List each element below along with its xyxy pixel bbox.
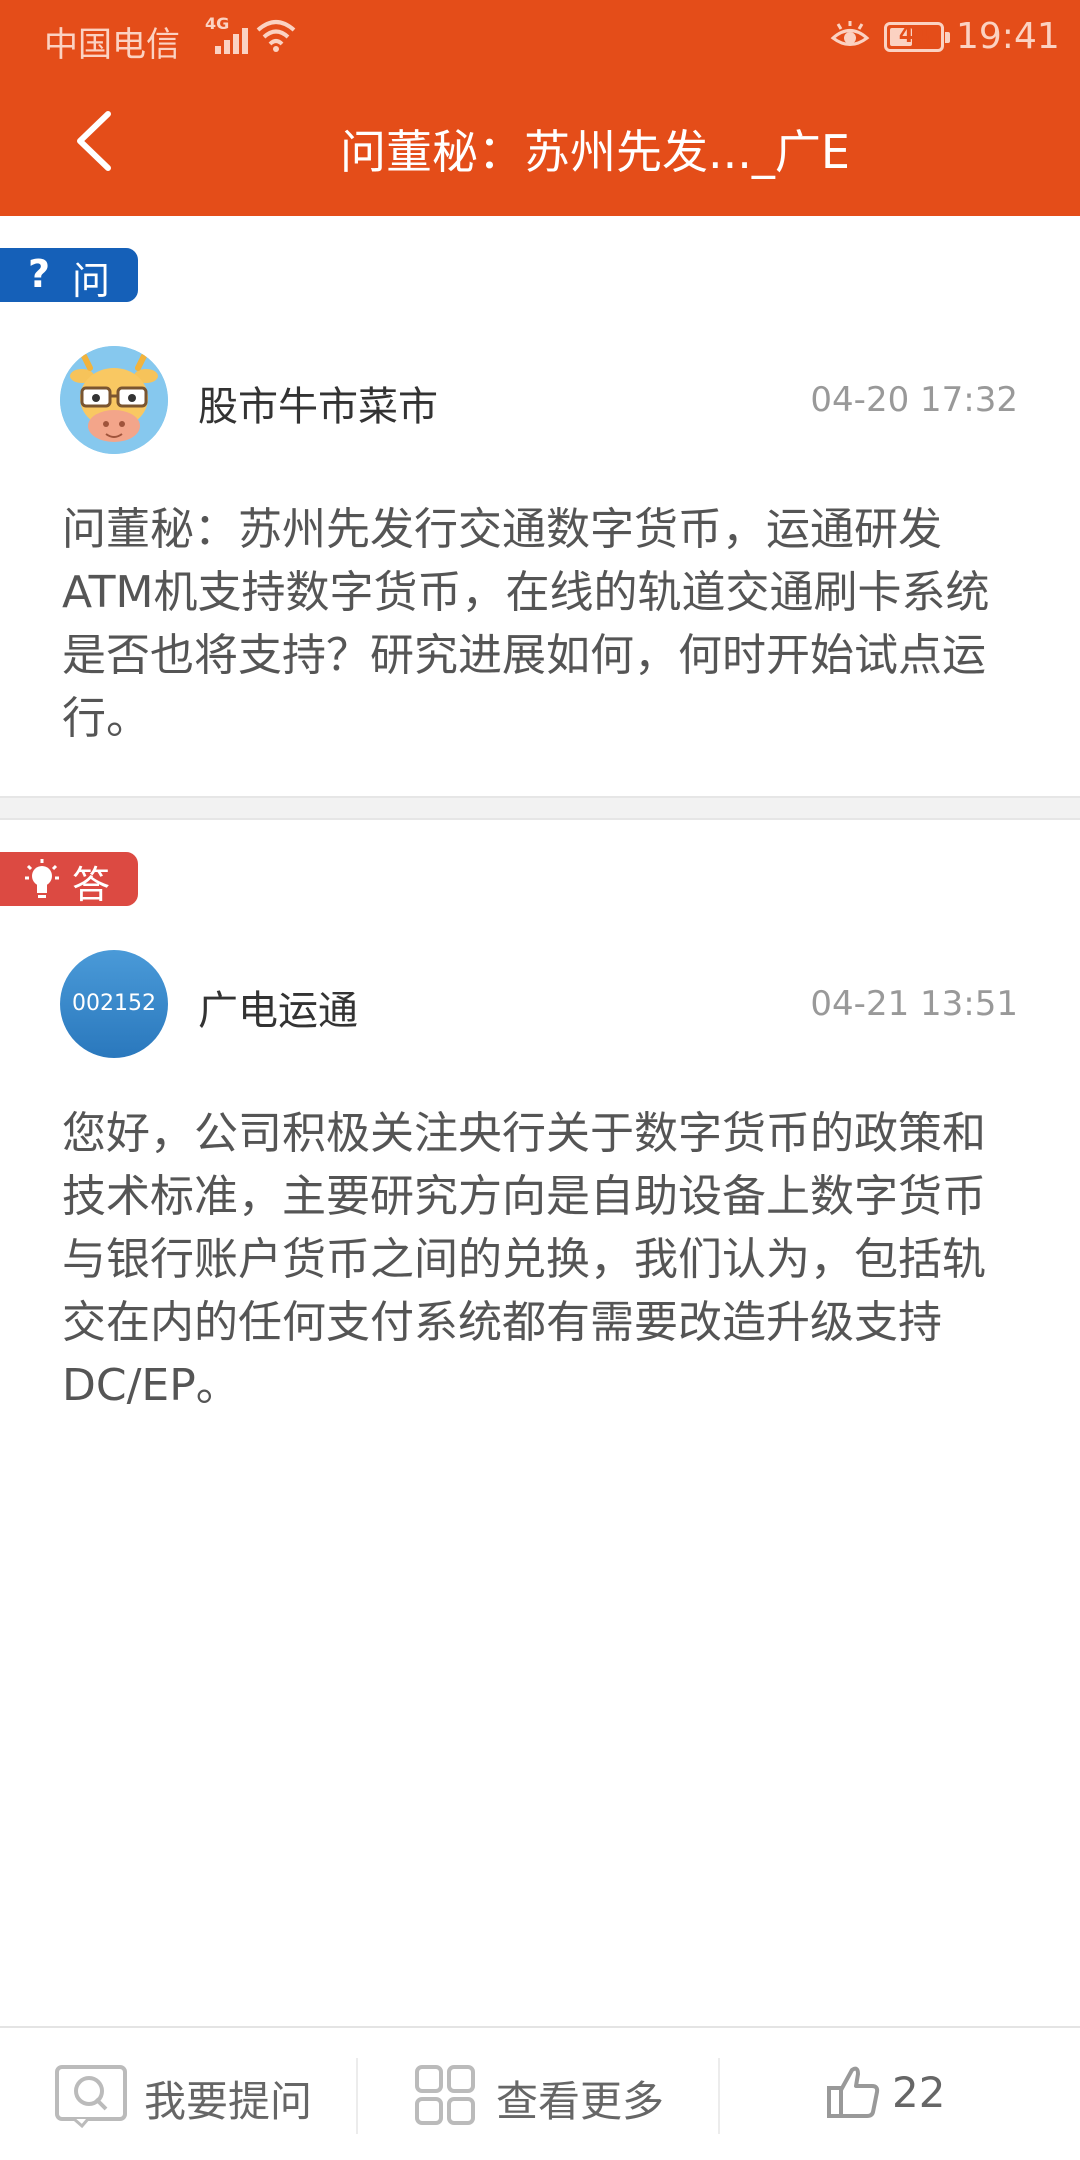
grid-icon xyxy=(415,2065,475,2125)
question-mark-icon: ? xyxy=(28,252,51,296)
asker-avatar[interactable] xyxy=(60,346,168,454)
ask-question-label: 我要提问 xyxy=(144,2077,313,2126)
question-text: 问董秘：苏州先发行交通数字货币，运通研发ATM机支持数字货币，在线的轨道交通刷卡… xyxy=(62,504,990,744)
thumbs-up-icon xyxy=(827,2066,880,2118)
like-button[interactable]: 22 xyxy=(720,2028,1080,2160)
ask-question-button[interactable]: 我要提问 xyxy=(0,2028,356,2160)
app-header: 中国电信 4G 44 19:41 问董秘：苏州先发..._广E xyxy=(0,0,1080,216)
status-time: 19:41 xyxy=(956,16,1060,57)
eye-comfort-icon xyxy=(830,21,870,46)
battery-icon: 44 xyxy=(884,22,950,52)
page-title: 问董秘：苏州先发..._广E xyxy=(340,125,850,179)
back-arrow-icon[interactable] xyxy=(62,106,132,176)
battery-level: 44 xyxy=(898,23,930,48)
answer-time: 04-21 13:51 xyxy=(810,984,1018,1024)
ask-icon xyxy=(55,2065,127,2128)
answer-tag-label: 答 xyxy=(72,863,111,907)
question-tag: ? 问 xyxy=(0,248,138,303)
company-avatar[interactable]: 002152 xyxy=(60,950,168,1058)
view-more-button[interactable]: 查看更多 xyxy=(358,2028,718,2160)
asker-name[interactable]: 股市牛市菜市 xyxy=(198,374,438,432)
carrier-name: 中国电信 xyxy=(44,25,180,65)
like-count: 22 xyxy=(892,2068,946,2117)
answer-tag: 答 xyxy=(0,852,138,907)
bottom-action-bar: 我要提问 查看更多 22 xyxy=(0,2026,1080,2160)
lightbulb-icon xyxy=(25,859,59,898)
view-more-label: 查看更多 xyxy=(496,2077,665,2126)
question-tag-label: 问 xyxy=(72,259,111,303)
company-name[interactable]: 广电运通 xyxy=(198,978,358,1036)
cow-avatar-icon xyxy=(60,346,168,454)
company-stock-code: 002152 xyxy=(72,991,156,1016)
answer-text: 您好，公司积极关注央行关于数字货币的政策和技术标准，主要研究方向是自助设备上数字… xyxy=(62,1108,986,1411)
question-time: 04-20 17:32 xyxy=(810,380,1018,420)
wifi-icon xyxy=(256,20,296,52)
section-divider xyxy=(0,796,1080,820)
status-bar: 中国电信 4G 44 19:41 xyxy=(44,14,1060,65)
